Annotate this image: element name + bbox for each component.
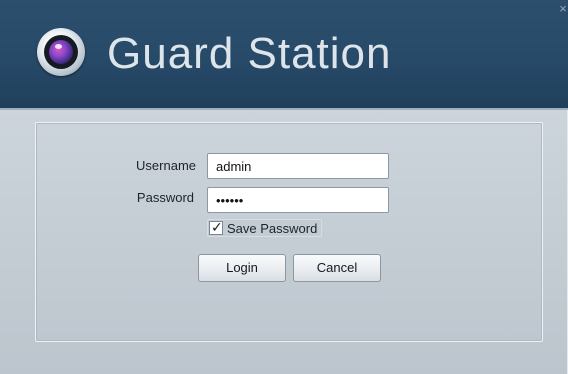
save-password-option[interactable]: ✓ Save Password (207, 219, 323, 237)
lens (49, 40, 73, 64)
username-label: Username (136, 158, 196, 173)
login-button[interactable]: Login (198, 254, 286, 282)
password-input[interactable] (207, 187, 389, 213)
save-password-label: Save Password (227, 220, 318, 236)
app-title: Guard Station (107, 29, 392, 78)
save-password-checkbox[interactable]: ✓ (209, 219, 223, 235)
lens-glint (55, 44, 62, 49)
close-icon[interactable]: × (558, 2, 568, 16)
app-header: Guard Station × (0, 0, 568, 110)
cancel-button[interactable]: Cancel (293, 254, 381, 282)
username-input[interactable] (207, 153, 389, 179)
camera-lens-icon (37, 28, 85, 76)
password-label: Password (136, 190, 194, 205)
login-window: Guard Station × Username Password ✓ Save… (0, 0, 568, 374)
checkmark-icon: ✓ (211, 219, 223, 235)
